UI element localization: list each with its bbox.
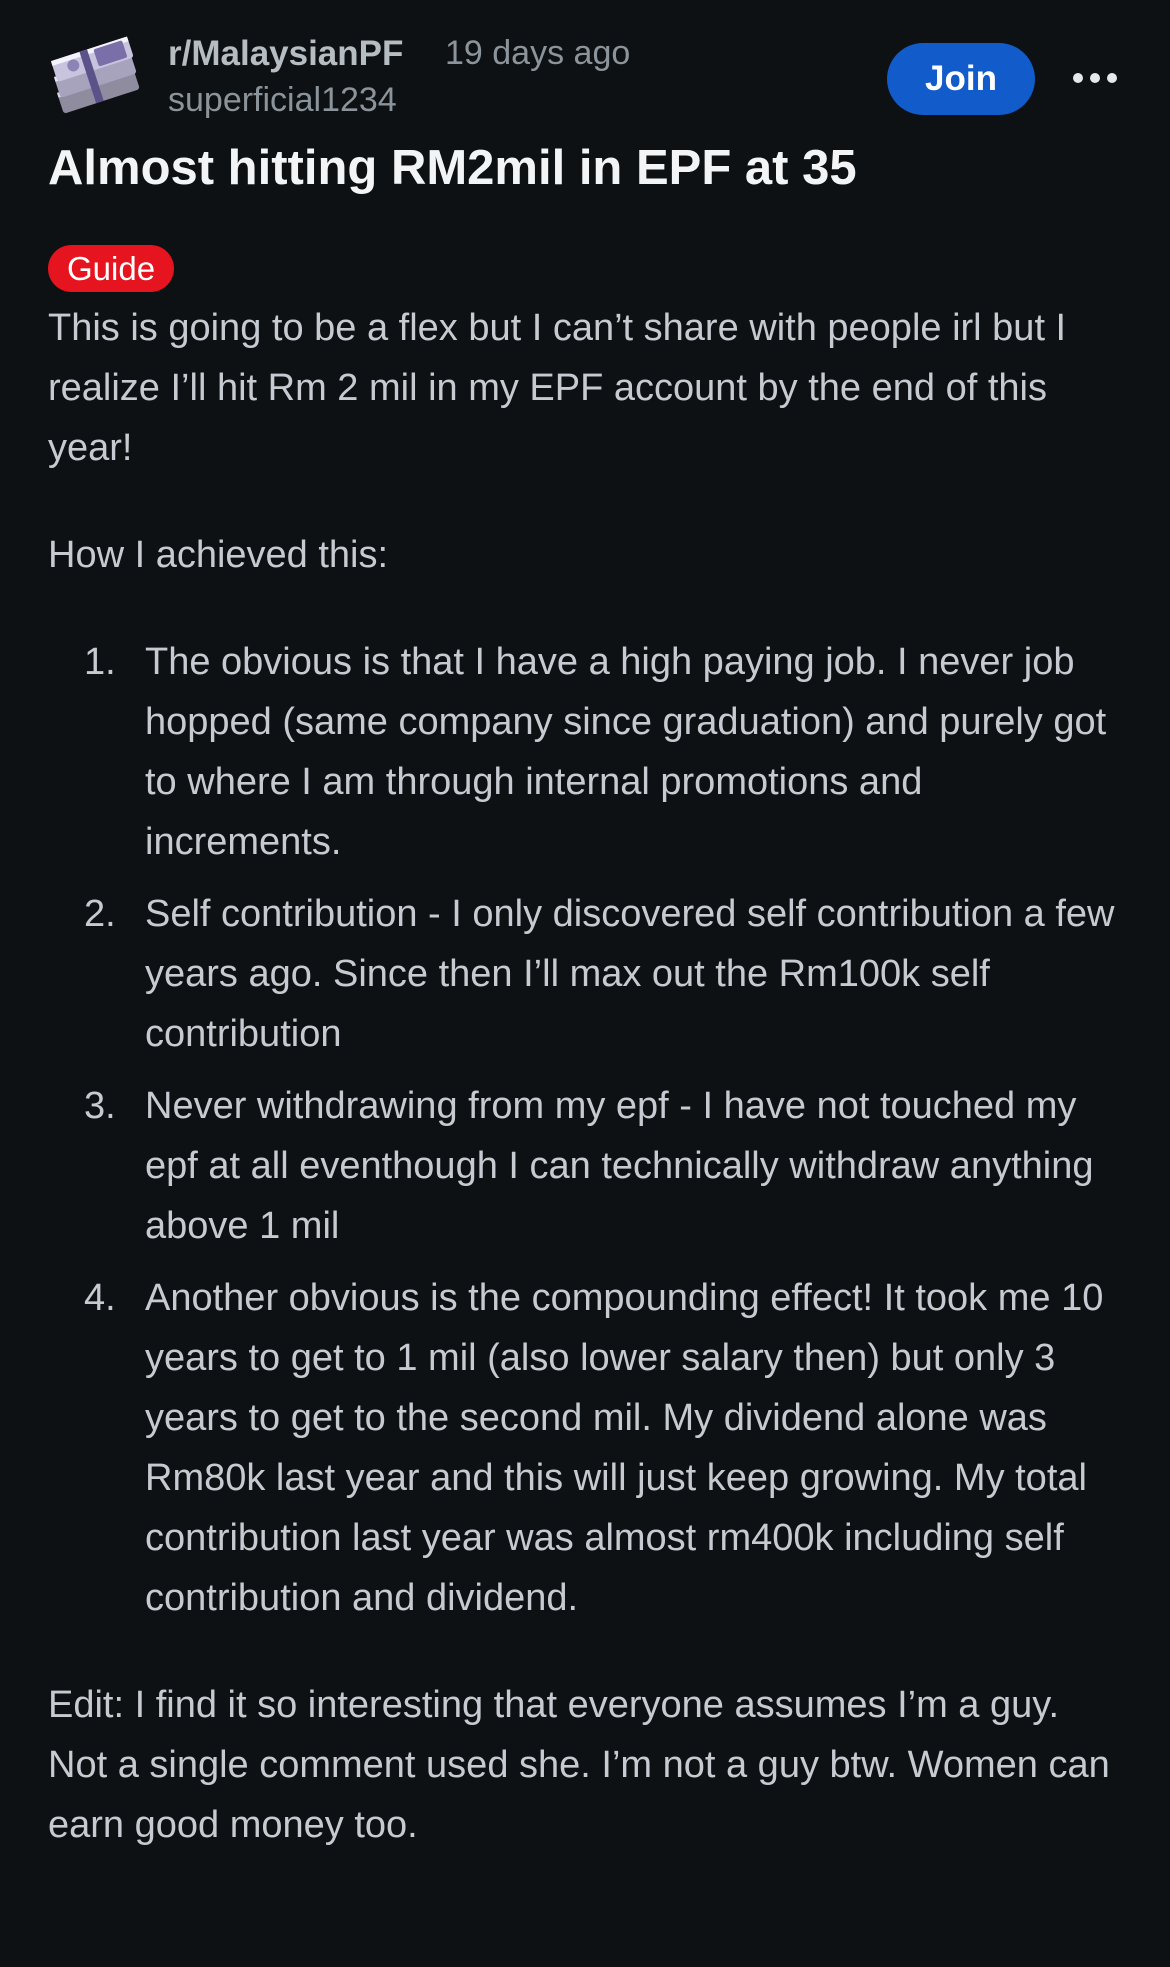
post-edit-note: Edit: I find it so interesting that ever… xyxy=(48,1684,1110,1846)
subreddit-avatar[interactable] xyxy=(48,34,144,120)
list-item-number: 1. xyxy=(84,641,116,683)
list-item: 1. The obvious is that I have a high pay… xyxy=(48,632,1128,872)
list-item: 3. Never withdrawing from my epf - I hav… xyxy=(48,1076,1128,1256)
post-header: r/MalaysianPF 19 days ago superficial123… xyxy=(0,0,1170,140)
post-subheading: How I achieved this: xyxy=(48,534,389,576)
dot xyxy=(1073,73,1083,83)
money-stack-icon xyxy=(50,36,140,113)
post-body: This is going to be a flex but I can’t s… xyxy=(48,298,1128,1855)
join-button[interactable]: Join xyxy=(887,43,1035,115)
list-item-text: The obvious is that I have a high paying… xyxy=(145,641,1107,863)
list-item-number: 4. xyxy=(84,1277,116,1319)
list-item: 4. Another obvious is the compounding ef… xyxy=(48,1268,1128,1628)
list-item-text: Self contribution - I only discovered se… xyxy=(145,893,1115,1055)
more-options-icon[interactable] xyxy=(1069,58,1121,98)
dot xyxy=(1090,73,1100,83)
post-timestamp: 19 days ago xyxy=(445,34,631,72)
dot xyxy=(1107,73,1117,83)
post-flair[interactable]: Guide xyxy=(48,245,175,292)
list-item-number: 2. xyxy=(84,893,116,935)
achievement-list: 1. The obvious is that I have a high pay… xyxy=(48,632,1128,1628)
author-username[interactable]: superficial1234 xyxy=(168,81,397,120)
list-item: 2. Self contribution - I only discovered… xyxy=(48,884,1128,1064)
post-title: Almost hitting RM2mil in EPF at 35 xyxy=(48,141,857,195)
post-intro: This is going to be a flex but I can’t s… xyxy=(48,307,1067,469)
list-item-text: Another obvious is the compounding effec… xyxy=(145,1277,1104,1619)
subreddit-name[interactable]: r/MalaysianPF xyxy=(168,34,403,74)
list-item-text: Never withdrawing from my epf - I have n… xyxy=(145,1085,1094,1247)
list-item-number: 3. xyxy=(84,1085,116,1127)
